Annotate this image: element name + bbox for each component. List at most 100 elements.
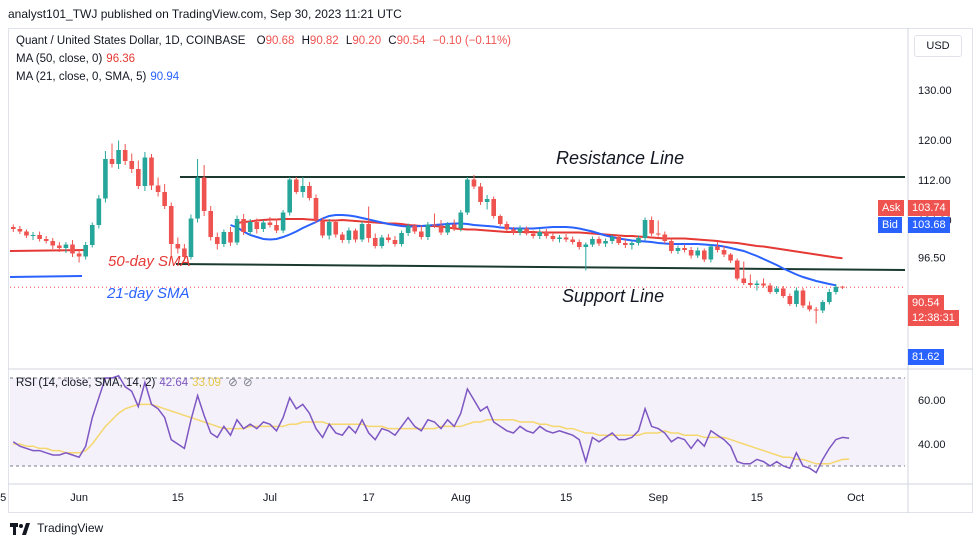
candle-body[interactable] <box>471 179 477 187</box>
candle-body[interactable] <box>392 240 398 244</box>
legend-ma50-row[interactable]: MA (50, close, 0) 96.36 <box>16 53 135 65</box>
currency-button[interactable]: USD <box>914 35 962 57</box>
candle-body[interactable] <box>609 237 615 241</box>
candle-body[interactable] <box>50 241 56 246</box>
candle-body[interactable] <box>30 235 36 236</box>
candle-body[interactable] <box>537 232 543 236</box>
candle-body[interactable] <box>24 231 29 236</box>
candle-body[interactable] <box>451 224 457 229</box>
candle-body[interactable] <box>425 224 431 238</box>
candle-body[interactable] <box>465 179 470 213</box>
candle-body[interactable] <box>195 177 200 219</box>
candle-body[interactable] <box>458 212 464 229</box>
candle-body[interactable] <box>655 233 661 235</box>
candle-body[interactable] <box>675 248 681 251</box>
candle-body[interactable] <box>89 225 95 245</box>
candle-body[interactable] <box>794 290 799 305</box>
candle-body[interactable] <box>734 260 740 279</box>
candle-body[interactable] <box>136 169 141 186</box>
candle-body[interactable] <box>201 177 207 212</box>
candle-body[interactable] <box>168 206 174 244</box>
candle-body[interactable] <box>629 243 635 245</box>
candle-body[interactable] <box>122 150 128 161</box>
candle-body[interactable] <box>109 159 115 164</box>
candle-body[interactable] <box>188 218 194 258</box>
candle-body[interactable] <box>43 239 49 241</box>
candle-body[interactable] <box>761 283 766 286</box>
candle-body[interactable] <box>484 199 490 202</box>
candle-body[interactable] <box>261 222 266 230</box>
candle-body[interactable] <box>517 228 523 233</box>
candle-body[interactable] <box>359 224 365 240</box>
candle-body[interactable] <box>214 237 220 244</box>
candle-body[interactable] <box>708 246 714 260</box>
candle-body[interactable] <box>37 235 42 239</box>
legend-rsi-row[interactable]: RSI (14, close, SMA, 14, 2) 42.64 33.09 ⊘ … <box>16 375 253 389</box>
candle-body[interactable] <box>340 234 345 241</box>
candle-body[interactable] <box>820 302 826 311</box>
candle-body[interactable] <box>754 283 760 286</box>
candle-body[interactable] <box>208 211 214 237</box>
candle-body[interactable] <box>478 186 483 203</box>
candle-body[interactable] <box>307 186 312 198</box>
candle-body[interactable] <box>524 228 529 234</box>
candle-body[interactable] <box>833 286 839 292</box>
candle-body[interactable] <box>57 245 62 249</box>
candle-body[interactable] <box>346 230 352 241</box>
candle-body[interactable] <box>76 253 82 257</box>
candle-body[interactable] <box>247 222 253 232</box>
candle-body[interactable] <box>550 236 556 239</box>
candle-body[interactable] <box>372 238 378 246</box>
candle-body[interactable] <box>379 237 385 247</box>
candle-body[interactable] <box>721 250 727 255</box>
candle-body[interactable] <box>234 219 240 243</box>
candle-body[interactable] <box>596 239 602 244</box>
candle-body[interactable] <box>221 232 227 244</box>
candle-body[interactable] <box>280 212 286 231</box>
candle-body[interactable] <box>432 224 437 226</box>
candle-body[interactable] <box>576 242 582 247</box>
candle-body[interactable] <box>715 246 720 251</box>
candle-body[interactable] <box>748 283 753 285</box>
candle-body[interactable] <box>827 292 832 302</box>
candle-body[interactable] <box>504 224 510 230</box>
candle-body[interactable] <box>688 250 694 256</box>
candle-body[interactable] <box>228 232 233 243</box>
candle-body[interactable] <box>142 157 148 187</box>
candle-body[interactable] <box>116 150 121 164</box>
candle-body[interactable] <box>544 232 549 236</box>
candle-body[interactable] <box>83 245 88 257</box>
candle-body[interactable] <box>293 179 299 193</box>
candle-body[interactable] <box>386 237 391 241</box>
candle-body[interactable] <box>70 244 75 254</box>
candle-body[interactable] <box>445 224 450 233</box>
candle-body[interactable] <box>649 220 654 234</box>
candle-body[interactable] <box>682 248 687 250</box>
candle-body[interactable] <box>17 229 23 232</box>
candle-body[interactable] <box>353 230 358 240</box>
candle-body[interactable] <box>570 239 575 243</box>
candle-body[interactable] <box>162 192 167 206</box>
candle-body[interactable] <box>412 226 418 232</box>
candle-body[interactable] <box>320 220 325 236</box>
candle-body[interactable] <box>491 199 496 216</box>
candle-body[interactable] <box>787 296 793 304</box>
candle-body[interactable] <box>741 278 747 284</box>
candle-body[interactable] <box>623 243 628 245</box>
candle-body[interactable] <box>813 309 819 311</box>
candle-body[interactable] <box>636 238 641 243</box>
candle-body[interactable] <box>333 222 339 235</box>
candle-body[interactable] <box>800 290 806 306</box>
candle-body[interactable] <box>149 157 154 186</box>
candle-body[interactable] <box>274 225 279 231</box>
candle-body[interactable] <box>419 231 424 238</box>
candle-body[interactable] <box>366 224 371 238</box>
candle-body[interactable] <box>497 216 503 224</box>
candle-body[interactable] <box>96 198 102 226</box>
hide-icon[interactable]: ⊘ <box>243 377 253 389</box>
candle-body[interactable] <box>728 254 733 261</box>
candle-body[interactable] <box>405 226 411 233</box>
candle-body[interactable] <box>399 233 404 244</box>
candle-body[interactable] <box>10 227 16 229</box>
candle-body[interactable] <box>563 237 569 240</box>
